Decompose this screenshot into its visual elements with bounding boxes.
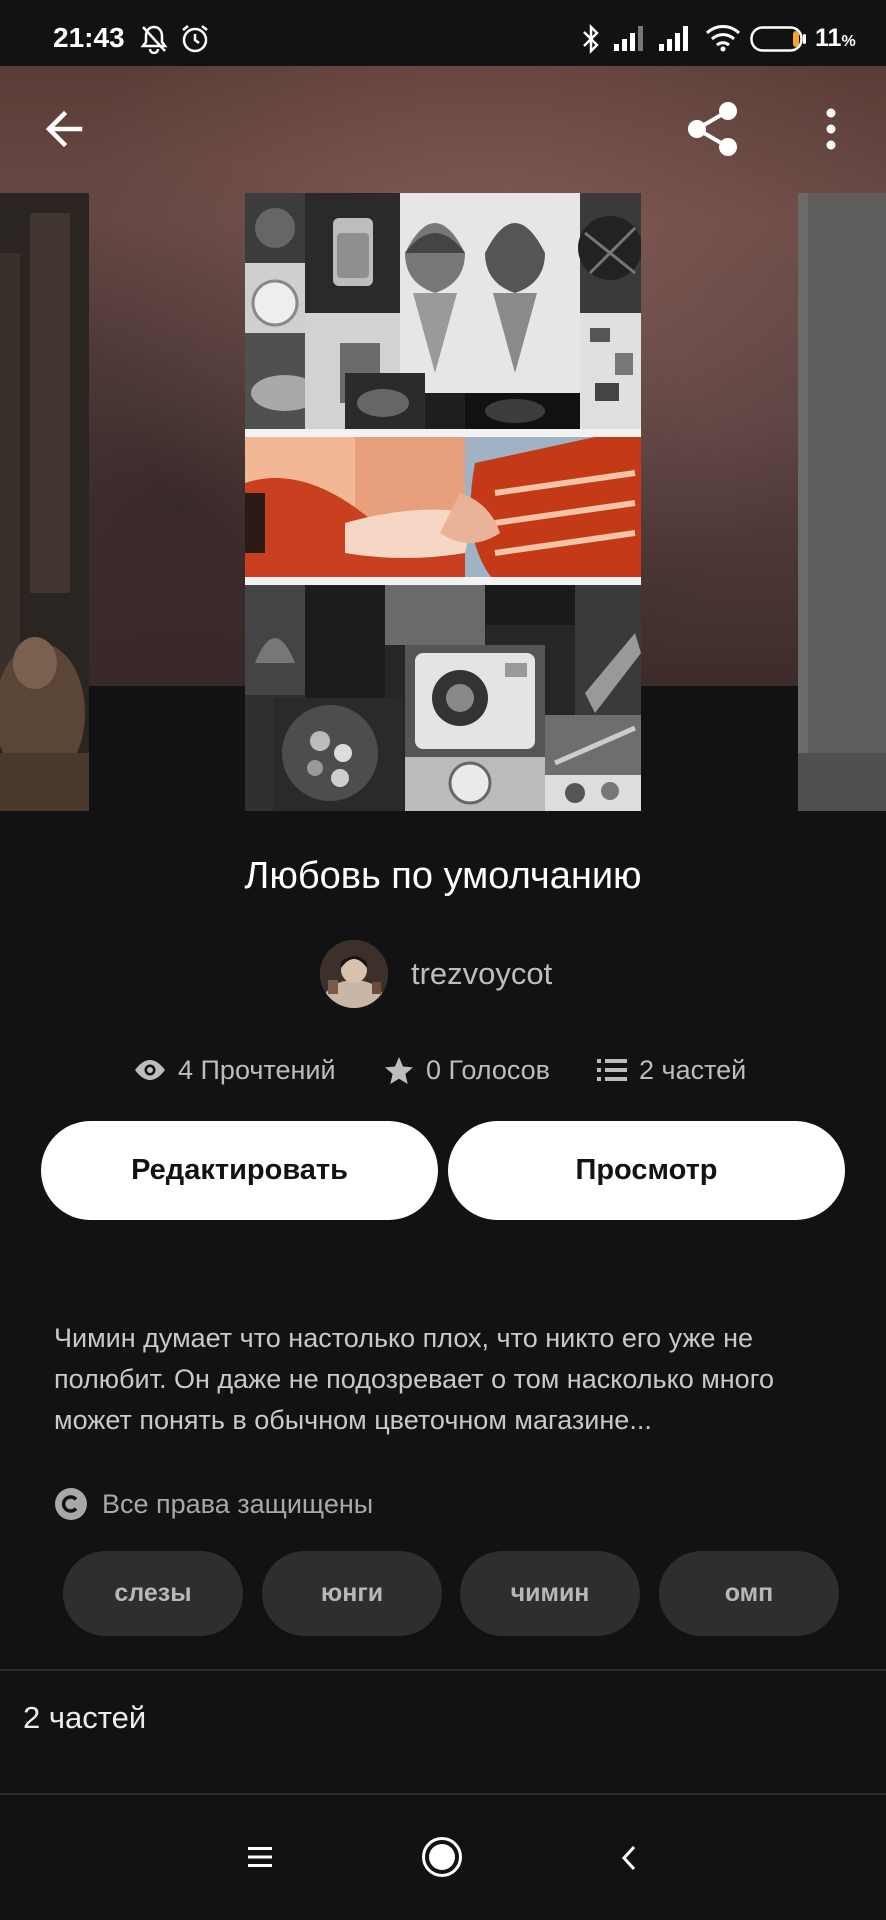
reads-stat: 4 Прочтений bbox=[134, 1050, 336, 1090]
bell-off-icon bbox=[140, 24, 168, 59]
bluetooth-icon bbox=[580, 23, 602, 59]
edit-button[interactable]: Редактировать bbox=[41, 1121, 438, 1220]
author-name: trezvoycot bbox=[411, 956, 553, 991]
back-button[interactable] bbox=[40, 105, 88, 153]
more-options-button[interactable] bbox=[820, 104, 842, 154]
author-link[interactable]: trezvoycot bbox=[320, 940, 552, 1008]
parts-section-label: 2 частей bbox=[23, 1700, 147, 1735]
home-button[interactable] bbox=[421, 1836, 463, 1878]
book-cover[interactable] bbox=[245, 193, 641, 811]
signal-icon bbox=[658, 24, 692, 57]
status-time: 21:43 bbox=[53, 22, 125, 53]
battery-level: 11% bbox=[815, 24, 856, 52]
votes-stat: 0 Голосов bbox=[384, 1050, 550, 1090]
list-icon bbox=[597, 1059, 627, 1081]
tag-chip[interactable]: омп bbox=[659, 1551, 839, 1636]
tag-chip[interactable]: юнги bbox=[262, 1551, 442, 1636]
status-bar: 21:43 11% bbox=[0, 0, 886, 66]
eye-icon bbox=[135, 1060, 165, 1080]
alarm-icon bbox=[180, 24, 210, 59]
more-vertical-icon bbox=[826, 108, 836, 150]
previous-cover[interactable] bbox=[0, 193, 89, 811]
signal-icon bbox=[613, 24, 647, 57]
parts-stat: 2 частей bbox=[597, 1050, 746, 1090]
reads-count: 4 Прочтений bbox=[178, 1054, 336, 1085]
copyright-notice: Все права защищены bbox=[54, 1486, 373, 1522]
chevron-left-icon bbox=[621, 1845, 636, 1871]
share-icon bbox=[688, 102, 737, 156]
book-title: Любовь по умолчанию bbox=[244, 855, 642, 897]
battery-icon bbox=[750, 26, 808, 57]
home-circle-icon bbox=[422, 1837, 462, 1877]
menu-icon bbox=[248, 1847, 272, 1867]
system-navigation-bar bbox=[0, 1795, 886, 1920]
parts-count: 2 частей bbox=[639, 1054, 747, 1085]
system-back-button[interactable] bbox=[620, 1844, 638, 1872]
copyright-label: Все права защищены bbox=[102, 1488, 374, 1519]
avatar bbox=[320, 940, 388, 1008]
story-description: Чимин думает что настолько плох, что ник… bbox=[54, 1323, 774, 1435]
recents-button[interactable] bbox=[248, 1846, 272, 1868]
arrow-left-icon bbox=[45, 110, 83, 148]
star-icon bbox=[385, 1057, 413, 1084]
next-cover[interactable] bbox=[798, 193, 886, 811]
copyright-icon bbox=[55, 1488, 87, 1520]
divider bbox=[0, 1669, 886, 1671]
view-button[interactable]: Просмотр bbox=[448, 1121, 845, 1220]
votes-count: 0 Голосов bbox=[426, 1054, 550, 1085]
wifi-icon bbox=[705, 24, 741, 57]
parts-section[interactable]: 2 частей bbox=[0, 1672, 886, 1792]
tag-chip[interactable]: чимин bbox=[460, 1551, 640, 1636]
share-button[interactable] bbox=[684, 100, 742, 158]
tag-chip[interactable]: слезы bbox=[63, 1551, 243, 1636]
story-stats: 4 Прочтений 0 Голосов 2 частей bbox=[0, 1050, 886, 1090]
